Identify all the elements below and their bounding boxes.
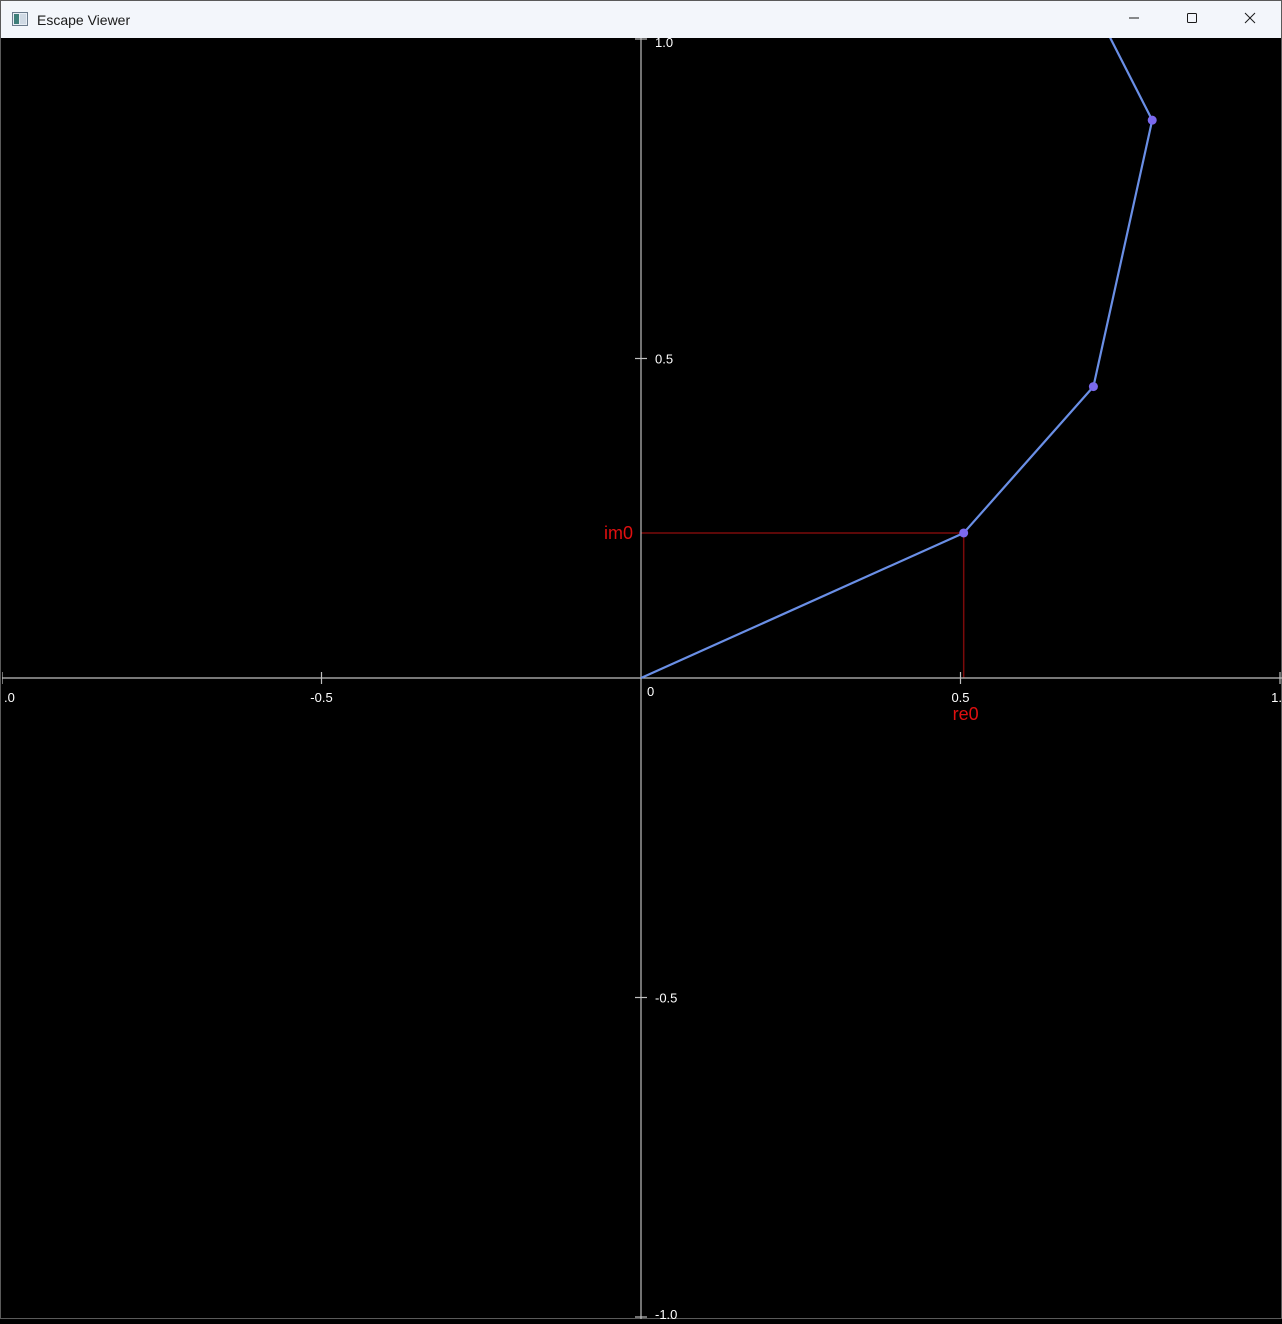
- close-button[interactable]: [1221, 1, 1279, 38]
- y-tick-label: -0.5: [655, 991, 677, 1006]
- x-tick-label: .0: [4, 690, 15, 705]
- x-tick-label: 1.: [1271, 690, 1282, 705]
- minimize-icon: [1128, 11, 1140, 29]
- maximize-button[interactable]: [1163, 1, 1221, 38]
- maximize-icon: [1186, 11, 1198, 29]
- y-tick-label: -1.0: [655, 1307, 677, 1319]
- complex-plane-plot[interactable]: .0 -0.5 0 0.5 1. 1.0 0.5 -0.5 -1.0 im0 re0: [1, 25, 1282, 1322]
- window-app-icon: [12, 12, 28, 26]
- title-bar[interactable]: Escape Viewer: [1, 1, 1281, 38]
- orbit-point[interactable]: [959, 528, 969, 538]
- x-tick-label: -0.5: [310, 690, 332, 705]
- x-tick-label: 0: [647, 684, 654, 699]
- im0-label: im0: [604, 523, 633, 543]
- window-title: Escape Viewer: [37, 12, 131, 28]
- orbit-point[interactable]: [1088, 382, 1098, 392]
- y-tick-label: 1.0: [655, 38, 673, 50]
- escape-viewer-window: Escape Viewer .0 -0.5 0 0.5 1. 1.0 0.5 -0.5 -1.0…: [0, 0, 1282, 1322]
- minimize-button[interactable]: [1105, 1, 1163, 38]
- plot-canvas[interactable]: .0 -0.5 0 0.5 1. 1.0 0.5 -0.5 -1.0 im0 re0: [1, 25, 1282, 1322]
- y-tick-label: 0.5: [655, 352, 673, 367]
- orbit-line: [640, 25, 1154, 680]
- close-icon: [1244, 11, 1256, 29]
- orbit-point[interactable]: [1147, 115, 1157, 125]
- re0-label: re0: [953, 704, 979, 724]
- x-tick-label: 0.5: [951, 690, 969, 705]
